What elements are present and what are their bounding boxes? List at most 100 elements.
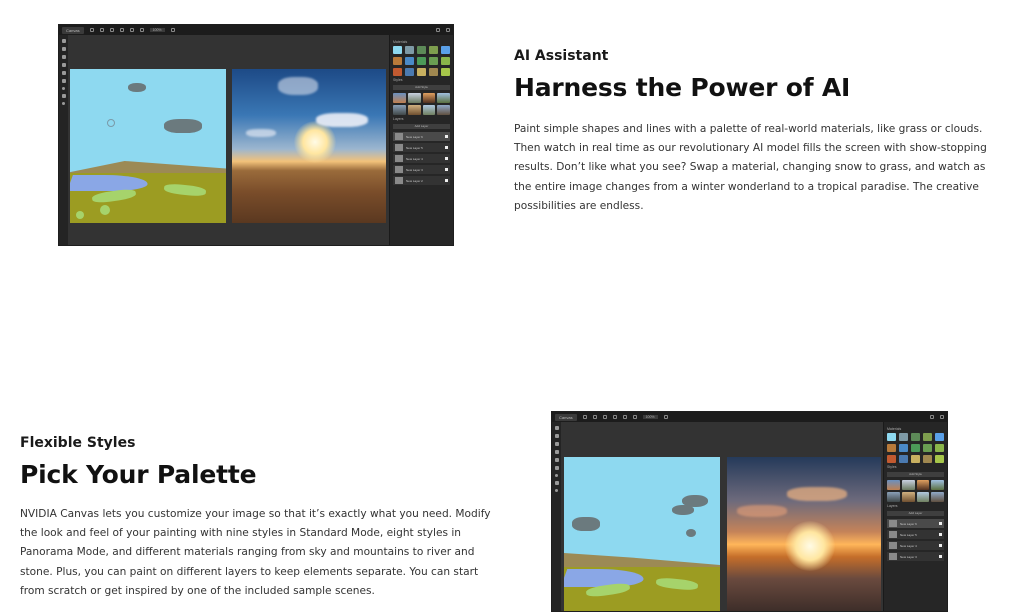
style-thumbnail[interactable] (422, 93, 436, 103)
material-swatch-rock[interactable] (393, 57, 402, 65)
material-swatch-selected[interactable] (441, 46, 450, 54)
pencil-tool-icon[interactable] (554, 434, 559, 438)
material-swatch-bush[interactable] (429, 57, 438, 65)
eraser-tool-icon[interactable] (61, 71, 66, 75)
add-layer-button[interactable]: Add Layer (887, 511, 944, 516)
line-tool-icon[interactable] (61, 55, 66, 59)
dot-size-icon[interactable] (555, 489, 558, 492)
brush-size-icon[interactable] (62, 87, 65, 90)
layer-row[interactable]: New Layer 6 (393, 132, 450, 141)
material-swatch-selected[interactable] (935, 433, 944, 441)
add-layer-button[interactable]: Add Layer (393, 124, 450, 129)
chat-icon[interactable] (930, 415, 934, 419)
layer-row[interactable]: New Layer 4 (887, 541, 944, 550)
style-thumbnail[interactable] (901, 492, 915, 502)
export-icon[interactable] (612, 415, 617, 419)
layer-visibility-icon[interactable] (939, 533, 942, 536)
style-thumbnail[interactable] (393, 105, 406, 115)
layer-row[interactable]: New Layer 2 (393, 176, 450, 185)
undo-icon[interactable] (129, 28, 134, 32)
save-icon[interactable] (109, 28, 114, 32)
layer-visibility-icon[interactable] (939, 555, 942, 558)
style-thumbnail[interactable] (901, 480, 915, 490)
eraser-tool-icon[interactable] (554, 458, 559, 462)
style-thumbnail[interactable] (422, 105, 436, 115)
new-file-icon[interactable] (89, 28, 94, 32)
layer-visibility-icon[interactable] (445, 157, 448, 160)
swap-view-icon[interactable] (170, 28, 175, 32)
material-swatch-dirt[interactable] (923, 455, 932, 463)
style-thumbnail[interactable] (887, 492, 900, 502)
brush-size-icon[interactable] (555, 474, 558, 477)
picker-tool-icon[interactable] (554, 466, 559, 470)
picker-tool-icon[interactable] (61, 79, 66, 83)
segmentation-painting[interactable] (564, 457, 720, 611)
line-tool-icon[interactable] (554, 442, 559, 446)
open-file-icon[interactable] (99, 28, 104, 32)
settings-icon[interactable] (446, 28, 450, 32)
style-thumbnail[interactable] (437, 105, 450, 115)
settings-icon[interactable] (940, 415, 944, 419)
zoom-select[interactable]: 100% (642, 415, 658, 419)
redo-icon[interactable] (139, 28, 144, 32)
material-swatch-grass[interactable] (935, 455, 944, 463)
layer-visibility-icon[interactable] (445, 146, 448, 149)
style-thumbnail[interactable] (393, 93, 406, 103)
style-thumbnail[interactable] (407, 93, 421, 103)
material-swatch-plant[interactable] (441, 57, 450, 65)
material-swatch-stone[interactable] (887, 455, 896, 463)
material-swatch-river[interactable] (899, 444, 908, 452)
layer-row[interactable]: New Layer 5 (887, 530, 944, 539)
material-swatch-sky[interactable] (887, 433, 896, 441)
layer-visibility-icon[interactable] (939, 544, 942, 547)
add-style-button[interactable]: Add Style (393, 85, 450, 90)
brush-tool-icon[interactable] (554, 426, 559, 430)
layer-visibility-icon[interactable] (445, 168, 448, 171)
style-thumbnail[interactable] (916, 480, 930, 490)
material-swatch-rock[interactable] (887, 444, 896, 452)
chat-icon[interactable] (436, 28, 440, 32)
material-swatch-sky[interactable] (393, 46, 402, 54)
add-style-button[interactable]: Add Style (887, 472, 944, 477)
style-thumbnail[interactable] (407, 105, 421, 115)
export-icon[interactable] (119, 28, 124, 32)
material-swatch-hill[interactable] (429, 46, 438, 54)
style-thumbnail[interactable] (437, 93, 450, 103)
material-swatch-sand[interactable] (417, 68, 426, 76)
pan-tool-icon[interactable] (61, 94, 66, 98)
swap-view-icon[interactable] (663, 415, 668, 419)
material-swatch-plant[interactable] (935, 444, 944, 452)
material-swatch-grass[interactable] (441, 68, 450, 76)
material-swatch-river[interactable] (405, 57, 414, 65)
material-swatch-tree[interactable] (417, 57, 426, 65)
material-swatch-water[interactable] (899, 455, 908, 463)
dot-size-icon[interactable] (62, 102, 65, 105)
material-swatch-mountain[interactable] (417, 46, 426, 54)
material-swatch-cloud[interactable] (405, 46, 414, 54)
material-swatch-sand[interactable] (911, 455, 920, 463)
material-swatch-bush[interactable] (923, 444, 932, 452)
style-thumbnail[interactable] (931, 480, 944, 490)
new-file-icon[interactable] (582, 415, 587, 419)
redo-icon[interactable] (632, 415, 637, 419)
layer-row[interactable]: New Layer 4 (393, 154, 450, 163)
material-swatch-tree[interactable] (911, 444, 920, 452)
material-swatch-stone[interactable] (393, 68, 402, 76)
open-file-icon[interactable] (592, 415, 597, 419)
undo-icon[interactable] (622, 415, 627, 419)
layer-visibility-icon[interactable] (445, 179, 448, 182)
style-thumbnail[interactable] (931, 492, 944, 502)
material-swatch-hill[interactable] (923, 433, 932, 441)
material-swatch-water[interactable] (405, 68, 414, 76)
material-swatch-dirt[interactable] (429, 68, 438, 76)
pencil-tool-icon[interactable] (61, 47, 66, 51)
layer-row[interactable]: New Layer 3 (393, 165, 450, 174)
layer-row[interactable]: New Layer 6 (887, 519, 944, 528)
material-swatch-cloud[interactable] (899, 433, 908, 441)
style-thumbnail[interactable] (916, 492, 930, 502)
layer-visibility-icon[interactable] (445, 135, 448, 138)
layer-row[interactable]: New Layer 3 (887, 552, 944, 561)
fill-tool-icon[interactable] (61, 63, 66, 67)
zoom-select[interactable]: 100% (149, 28, 165, 32)
save-icon[interactable] (602, 415, 607, 419)
